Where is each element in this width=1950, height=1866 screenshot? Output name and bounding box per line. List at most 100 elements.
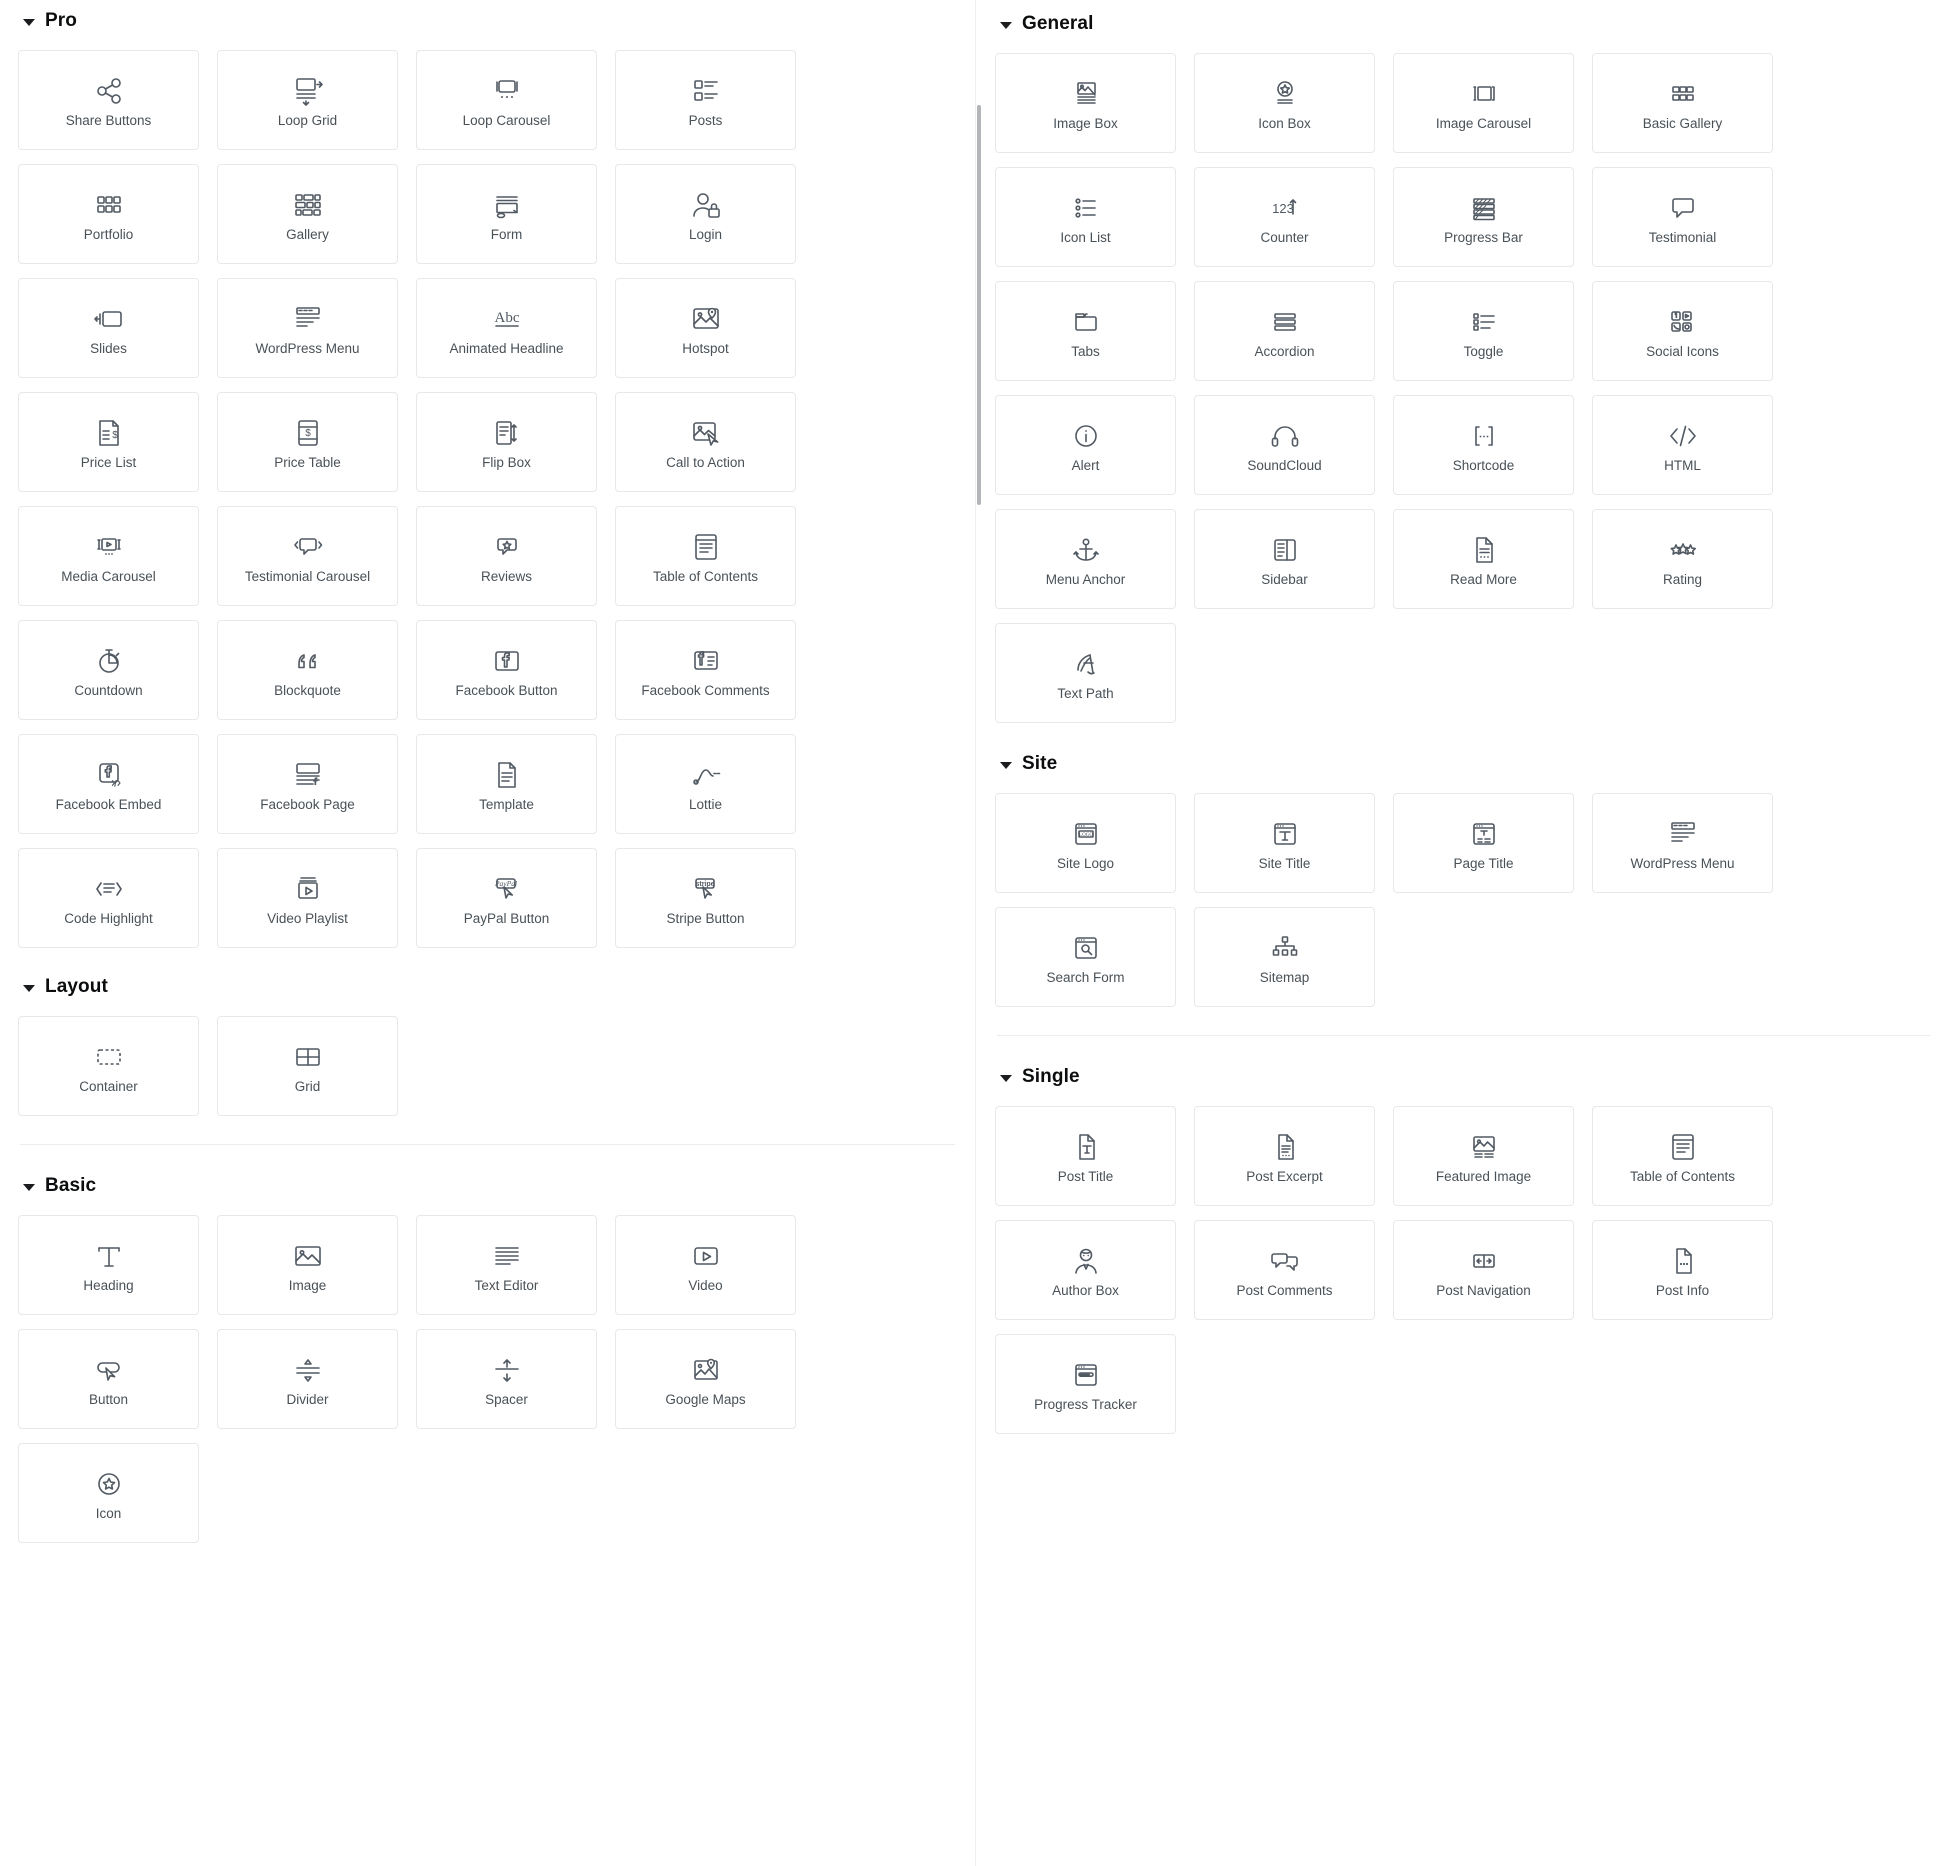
widget-card-price-table[interactable]: $ Price Table [217, 392, 398, 492]
widget-card-label: Accordion [1254, 343, 1315, 359]
section-header-single[interactable]: Single [995, 1066, 1932, 1088]
section-header-pro[interactable]: Pro [18, 10, 957, 32]
widget-card-site-logo[interactable]: LOGO Site Logo [995, 793, 1176, 893]
widget-card-post-title[interactable]: Post Title [995, 1106, 1176, 1206]
widget-card-reviews[interactable]: Reviews [416, 506, 597, 606]
widget-card-progress-tracker[interactable]: Progress Tracker [995, 1334, 1176, 1434]
widget-card-post-info[interactable]: Post Info [1592, 1220, 1773, 1320]
site-logo-icon: LOGO [1067, 814, 1105, 854]
widget-card-read-more[interactable]: Read More [1393, 509, 1574, 609]
widget-card-price-list[interactable]: $ Price List [18, 392, 199, 492]
widget-card-portfolio[interactable]: Portfolio [18, 164, 199, 264]
widget-card-shortcode[interactable]: Shortcode [1393, 395, 1574, 495]
widget-card-sitemap[interactable]: Sitemap [1194, 907, 1375, 1007]
accordion-icon [1266, 302, 1304, 342]
widget-card-container[interactable]: Container [18, 1016, 199, 1116]
widget-card-table-of-contents[interactable]: Table of Contents [1592, 1106, 1773, 1206]
widget-card-form[interactable]: Form [416, 164, 597, 264]
widget-card-site-title[interactable]: Site Title [1194, 793, 1375, 893]
widget-card-post-excerpt[interactable]: Post Excerpt [1194, 1106, 1375, 1206]
widget-card-facebook-embed[interactable]: Facebook Embed [18, 734, 199, 834]
widget-card-basic-gallery[interactable]: Basic Gallery [1592, 53, 1773, 153]
widget-card-media-carousel[interactable]: Media Carousel [18, 506, 199, 606]
widget-card-testimonial[interactable]: Testimonial [1592, 167, 1773, 267]
tabs-icon [1067, 302, 1105, 342]
widget-card-icon-box[interactable]: Icon Box [1194, 53, 1375, 153]
widget-card-button[interactable]: Button [18, 1329, 199, 1429]
widget-card-code-highlight[interactable]: Code Highlight [18, 848, 199, 948]
widget-card-page-title[interactable]: Page Title [1393, 793, 1574, 893]
widget-card-divider[interactable]: Divider [217, 1329, 398, 1429]
widget-card-facebook-page[interactable]: Facebook Page [217, 734, 398, 834]
section-title-site: Site [1022, 753, 1058, 774]
widget-card-icon[interactable]: Icon [18, 1443, 199, 1543]
section-header-general[interactable]: General [995, 13, 1932, 35]
widget-card-social-icons[interactable]: f Social Icons [1592, 281, 1773, 381]
text-editor-icon [488, 1236, 526, 1276]
widget-card-posts[interactable]: Posts [615, 50, 796, 150]
widget-card-slides[interactable]: Slides [18, 278, 199, 378]
widget-panel-left-column: Pro Share Buttons Loop Grid Loop Carousel P… [0, 0, 975, 1543]
widget-card-google-maps[interactable]: Google Maps [615, 1329, 796, 1429]
widget-card-image-box[interactable]: Image Box [995, 53, 1176, 153]
section-header-site[interactable]: Site [995, 753, 1932, 775]
widget-card-rating[interactable]: Rating [1592, 509, 1773, 609]
widget-card-alert[interactable]: Alert [995, 395, 1176, 495]
widget-card-html[interactable]: HTML [1592, 395, 1773, 495]
widget-card-animated-headline[interactable]: Abc Animated Headline [416, 278, 597, 378]
widget-card-counter[interactable]: 123 Counter [1194, 167, 1375, 267]
section-header-layout[interactable]: Layout [18, 976, 957, 998]
widget-card-accordion[interactable]: Accordion [1194, 281, 1375, 381]
widget-card-menu-anchor[interactable]: Menu Anchor [995, 509, 1176, 609]
widget-card-label: Video [688, 1277, 723, 1293]
svg-text:stripe: stripe [695, 881, 714, 888]
widget-card-wordpress-menu[interactable]: WordPress Menu [217, 278, 398, 378]
widget-card-video-playlist[interactable]: Video Playlist [217, 848, 398, 948]
widget-card-toggle[interactable]: Toggle [1393, 281, 1574, 381]
widget-card-post-comments[interactable]: Post Comments [1194, 1220, 1375, 1320]
widget-card-video[interactable]: Video [615, 1215, 796, 1315]
widget-card-stripe-button[interactable]: stripe Stripe Button [615, 848, 796, 948]
widget-card-flip-box[interactable]: Flip Box [416, 392, 597, 492]
section-header-basic[interactable]: Basic [18, 1175, 957, 1197]
widget-card-call-to-action[interactable]: Call to Action [615, 392, 796, 492]
widget-card-facebook-comments[interactable]: Facebook Comments [615, 620, 796, 720]
widget-card-facebook-button[interactable]: Facebook Button [416, 620, 597, 720]
post-comments-icon [1266, 1241, 1304, 1281]
widget-card-post-navigation[interactable]: Post Navigation [1393, 1220, 1574, 1320]
svg-text:f: f [1674, 313, 1677, 320]
widget-card-gallery[interactable]: Gallery [217, 164, 398, 264]
widget-card-featured-image[interactable]: Featured Image [1393, 1106, 1574, 1206]
widget-card-countdown[interactable]: Countdown [18, 620, 199, 720]
widget-card-tabs[interactable]: Tabs [995, 281, 1176, 381]
widget-card-sidebar[interactable]: Sidebar [1194, 509, 1375, 609]
widget-card-blockquote[interactable]: Blockquote [217, 620, 398, 720]
widget-card-author-box[interactable]: Author Box [995, 1220, 1176, 1320]
widget-card-share-buttons[interactable]: Share Buttons [18, 50, 199, 150]
widget-card-grid[interactable]: Grid [217, 1016, 398, 1116]
widget-card-label: Facebook Comments [641, 682, 770, 698]
widget-card-table-of-contents[interactable]: Table of Contents [615, 506, 796, 606]
widget-card-login[interactable]: Login [615, 164, 796, 264]
widget-card-spacer[interactable]: Spacer [416, 1329, 597, 1429]
widget-card-heading[interactable]: Heading [18, 1215, 199, 1315]
widget-card-template[interactable]: Template [416, 734, 597, 834]
widget-card-search-form[interactable]: Search Form [995, 907, 1176, 1007]
widget-card-image-carousel[interactable]: Image Carousel [1393, 53, 1574, 153]
widget-card-label: Tabs [1071, 343, 1100, 359]
widget-card-image[interactable]: Image [217, 1215, 398, 1315]
widget-card-paypal-button[interactable]: PayPal PayPal Button [416, 848, 597, 948]
widget-card-soundcloud[interactable]: SoundCloud [1194, 395, 1375, 495]
widget-card-label: Icon [95, 1505, 122, 1521]
widget-card-progress-bar[interactable]: Progress Bar [1393, 167, 1574, 267]
widget-card-text-editor[interactable]: Text Editor [416, 1215, 597, 1315]
widget-card-hotspot[interactable]: Hotspot [615, 278, 796, 378]
widget-card-lottie[interactable]: Lottie [615, 734, 796, 834]
widget-card-wordpress-menu[interactable]: WordPress Menu [1592, 793, 1773, 893]
widget-card-label: Portfolio [83, 226, 134, 242]
widget-card-loop-grid[interactable]: Loop Grid [217, 50, 398, 150]
widget-card-text-path[interactable]: Text Path [995, 623, 1176, 723]
widget-card-loop-carousel[interactable]: Loop Carousel [416, 50, 597, 150]
widget-card-icon-list[interactable]: Icon List [995, 167, 1176, 267]
widget-card-testimonial-carousel[interactable]: Testimonial Carousel [217, 506, 398, 606]
